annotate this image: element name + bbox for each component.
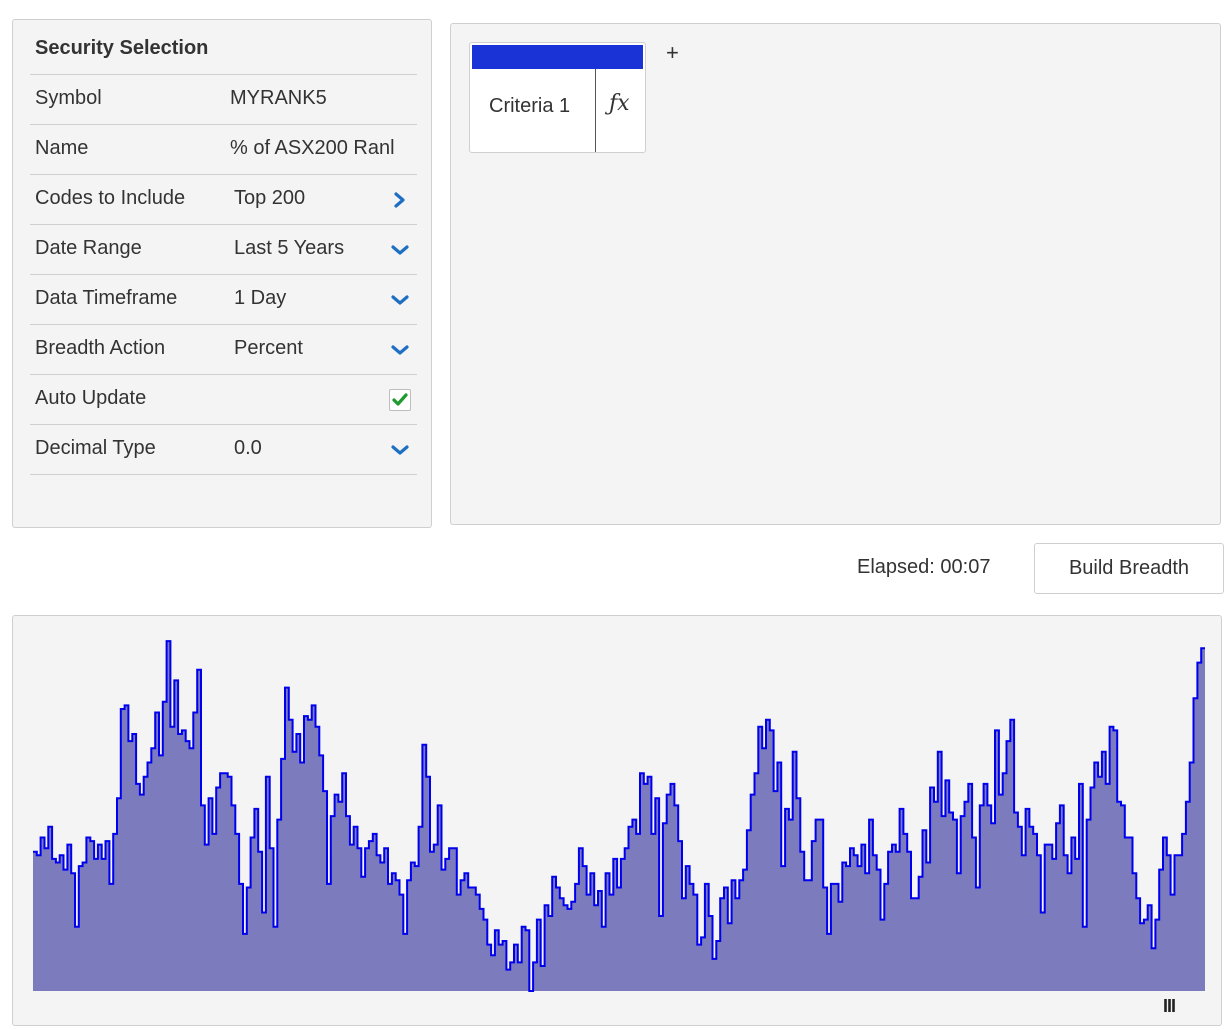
date-range-value: Last 5 Years	[234, 237, 345, 259]
chevron-down-icon[interactable]	[389, 239, 411, 261]
criteria-panel: Criteria 1 ƒx +	[450, 23, 1221, 525]
row-symbol[interactable]: Symbol MYRANK5	[30, 75, 417, 125]
checkmark-icon	[392, 393, 408, 406]
auto-update-checkbox[interactable]	[389, 389, 411, 411]
security-selection-title: Security Selection	[35, 37, 209, 59]
build-breadth-button[interactable]: Build Breadth	[1034, 543, 1224, 594]
add-criteria-button[interactable]: +	[666, 40, 679, 66]
data-timeframe-label: Data Timeframe	[35, 287, 178, 309]
breadth-action-label: Breadth Action	[35, 337, 166, 359]
criteria-tab[interactable]: Criteria 1 ƒx	[469, 42, 646, 153]
breadth-chart-panel: III	[12, 615, 1222, 1026]
row-name[interactable]: Name % of ASX200 Ranl	[30, 125, 417, 175]
row-date-range[interactable]: Date Range Last 5 Years	[30, 225, 417, 275]
chevron-down-icon[interactable]	[389, 439, 411, 461]
symbol-label: Symbol	[35, 87, 102, 109]
breadth-action-value: Percent	[234, 337, 303, 359]
row-auto-update[interactable]: Auto Update	[30, 375, 417, 425]
chevron-right-icon[interactable]	[389, 189, 411, 211]
date-range-label: Date Range	[35, 237, 142, 259]
name-value[interactable]: % of ASX200 Ranl	[230, 137, 413, 160]
elapsed-time: Elapsed: 00:07	[857, 556, 991, 578]
security-selection-panel: Security Selection Symbol MYRANK5 Name %…	[12, 19, 432, 528]
checkbox-box[interactable]	[389, 389, 411, 411]
decimal-type-value: 0.0	[234, 437, 262, 459]
row-decimal-type[interactable]: Decimal Type 0.0	[30, 425, 417, 475]
data-timeframe-value: 1 Day	[234, 287, 287, 309]
divider	[595, 69, 596, 152]
row-data-timeframe[interactable]: Data Timeframe 1 Day	[30, 275, 417, 325]
codes-to-include-value: Top 200	[234, 187, 306, 209]
name-label: Name	[35, 137, 89, 159]
chevron-down-icon[interactable]	[389, 339, 411, 361]
auto-update-label: Auto Update	[35, 387, 147, 409]
symbol-value[interactable]: MYRANK5	[230, 87, 413, 110]
codes-to-include-label: Codes to Include	[35, 187, 186, 209]
criteria-tab-header	[472, 45, 643, 69]
chevron-down-icon[interactable]	[389, 289, 411, 311]
decimal-type-label: Decimal Type	[35, 437, 156, 459]
fx-icon[interactable]: ƒx	[609, 91, 630, 116]
row-codes-to-include[interactable]: Codes to Include Top 200	[30, 175, 417, 225]
breadth-chart	[33, 640, 1205, 992]
row-breadth-action[interactable]: Breadth Action Percent	[30, 325, 417, 375]
criteria-tab-label[interactable]: Criteria 1	[489, 95, 570, 118]
chart-options-handle[interactable]: III	[1163, 996, 1176, 1017]
